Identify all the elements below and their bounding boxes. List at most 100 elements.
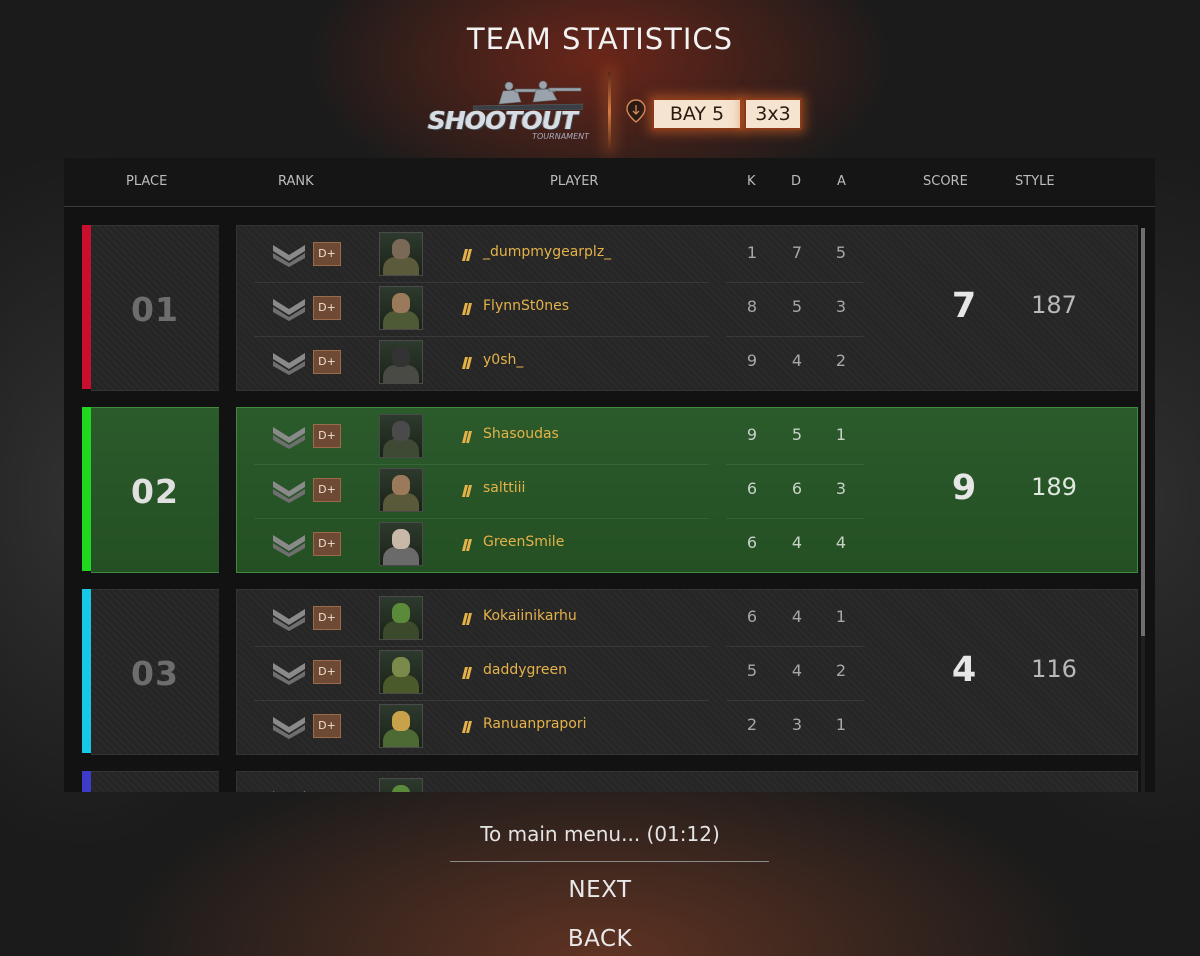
deaths-value: 4 bbox=[791, 533, 803, 552]
team-style-points: 116 bbox=[1031, 655, 1077, 683]
kills-value: 6 bbox=[746, 479, 758, 498]
countdown-label: To main menu... (01:12) bbox=[480, 822, 720, 846]
player-row bbox=[64, 778, 1155, 792]
assists-value: 3 bbox=[835, 297, 847, 316]
kills-value: 9 bbox=[746, 425, 758, 444]
player-avatar bbox=[379, 340, 423, 384]
kills-value: 6 bbox=[746, 607, 758, 626]
row-divider bbox=[254, 464, 709, 465]
deaths-value: 6 bbox=[791, 479, 803, 498]
table-header: PLACE RANK PLAYER K D A SCORE STYLE bbox=[64, 158, 1155, 207]
row-divider bbox=[726, 282, 864, 283]
row-divider bbox=[726, 700, 864, 701]
team-stats-panel[interactable]: PLACE RANK PLAYER K D A SCORE STYLE 01 D+… bbox=[64, 158, 1155, 792]
rank-badge: D+ bbox=[313, 532, 341, 556]
rank-chevron-icon bbox=[272, 425, 306, 449]
kills-value: 9 bbox=[746, 351, 758, 370]
rank-badge: D+ bbox=[313, 714, 341, 738]
location-tag: BAY 5 bbox=[652, 98, 742, 130]
deaths-value: 4 bbox=[791, 607, 803, 626]
next-button[interactable]: NEXT bbox=[0, 877, 1200, 903]
player-name[interactable]: Shasoudas bbox=[483, 426, 559, 442]
scrollbar-thumb[interactable] bbox=[1141, 228, 1145, 636]
mode-tag: 3x3 bbox=[744, 98, 802, 130]
rank-chevron-icon bbox=[272, 351, 306, 375]
player-name[interactable]: y0sh_ bbox=[483, 352, 523, 368]
team-score: 4 bbox=[951, 650, 977, 690]
row-divider bbox=[254, 518, 709, 519]
kills-value: 1 bbox=[746, 243, 758, 262]
player-avatar bbox=[379, 522, 423, 566]
col-deaths: D bbox=[791, 174, 802, 189]
player-row: D+ y0sh_ 9 4 2 bbox=[64, 340, 1155, 384]
page-title: TEAM STATISTICS bbox=[466, 22, 734, 56]
rank-badge: D+ bbox=[313, 296, 341, 320]
header-divider bbox=[608, 72, 611, 150]
row-divider bbox=[726, 336, 864, 337]
rank-chevron-icon bbox=[272, 243, 306, 267]
player-name[interactable]: Ranuanprapori bbox=[483, 716, 587, 732]
logo-subtitle: TOURNAMENT bbox=[532, 132, 589, 141]
player-avatar bbox=[379, 286, 423, 330]
row-divider bbox=[726, 464, 864, 465]
deaths-value: 3 bbox=[791, 715, 803, 734]
player-row: D+ _dumpmygearplz_ 1 7 5 bbox=[64, 232, 1155, 276]
location-pin-icon bbox=[626, 99, 646, 123]
player-avatar bbox=[379, 778, 423, 792]
rank-badge: D+ bbox=[313, 424, 341, 448]
player-marker-icon bbox=[462, 300, 472, 315]
rank-badge: D+ bbox=[313, 478, 341, 502]
player-name[interactable]: FlynnSt0nes bbox=[483, 298, 569, 314]
team-style-points: 189 bbox=[1031, 473, 1077, 501]
player-marker-icon bbox=[462, 536, 472, 551]
col-kills: K bbox=[747, 174, 756, 189]
deaths-value: 4 bbox=[791, 351, 803, 370]
rank-badge: D+ bbox=[313, 350, 341, 374]
assists-value: 4 bbox=[835, 533, 847, 552]
rank-chevron-icon bbox=[272, 533, 306, 557]
rank-chevron-icon bbox=[272, 479, 306, 503]
logo-wordmark: SHOOTOUT bbox=[428, 106, 578, 135]
player-avatar bbox=[379, 468, 423, 512]
player-name[interactable]: _dumpmygearplz_ bbox=[483, 244, 611, 260]
deaths-value: 7 bbox=[791, 243, 803, 262]
rank-badge: D+ bbox=[313, 660, 341, 684]
team-score: 7 bbox=[951, 286, 977, 326]
deaths-value: 5 bbox=[791, 297, 803, 316]
player-marker-icon bbox=[462, 718, 472, 733]
team-row bbox=[64, 771, 1155, 792]
assists-value: 1 bbox=[835, 607, 847, 626]
player-avatar bbox=[379, 232, 423, 276]
assists-value: 2 bbox=[835, 661, 847, 680]
assists-value: 5 bbox=[835, 243, 847, 262]
shootout-logo: SHOOTOUT TOURNAMENT bbox=[428, 78, 593, 142]
player-marker-icon bbox=[462, 428, 472, 443]
player-avatar bbox=[379, 414, 423, 458]
col-place: PLACE bbox=[126, 174, 168, 189]
col-style: STYLE bbox=[1015, 174, 1055, 189]
kills-value: 2 bbox=[746, 715, 758, 734]
row-divider bbox=[254, 336, 709, 337]
player-name[interactable]: GreenSmile bbox=[483, 534, 564, 550]
rank-badge: D+ bbox=[313, 606, 341, 630]
player-name[interactable]: daddygreen bbox=[483, 662, 567, 678]
rank-chevron-icon bbox=[272, 789, 306, 792]
player-row: D+ GreenSmile 6 4 4 bbox=[64, 522, 1155, 566]
back-button[interactable]: BACK bbox=[0, 926, 1200, 952]
col-score: SCORE bbox=[923, 174, 968, 189]
team-style-points: 187 bbox=[1031, 291, 1077, 319]
team-row: 01 D+ _dumpmygearplz_ 1 7 5 D+ FlynnSt0nes 8 5 3 D+… bbox=[64, 225, 1155, 391]
team-score: 9 bbox=[951, 468, 977, 508]
deaths-value: 4 bbox=[791, 661, 803, 680]
col-assists: A bbox=[837, 174, 846, 189]
player-name[interactable]: salttiii bbox=[483, 480, 525, 496]
rank-chevron-icon bbox=[272, 715, 306, 739]
footer-divider bbox=[450, 861, 769, 862]
player-marker-icon bbox=[462, 482, 472, 497]
team-row: 03 D+ Kokaiinikarhu 6 4 1 D+ daddygreen 5 4 2 D+ Ran… bbox=[64, 589, 1155, 755]
player-name[interactable]: Kokaiinikarhu bbox=[483, 608, 577, 624]
row-divider bbox=[254, 700, 709, 701]
kills-value: 5 bbox=[746, 661, 758, 680]
row-divider bbox=[254, 646, 709, 647]
row-divider bbox=[726, 518, 864, 519]
